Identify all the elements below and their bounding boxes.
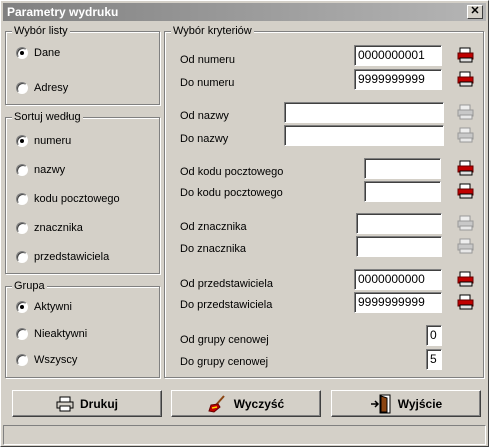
- radio-dane[interactable]: Dane: [16, 46, 60, 60]
- label-do-nazwy: Do nazwy: [180, 133, 229, 145]
- label-od-przedst: Od przedstawiciela: [180, 278, 273, 290]
- picker-icon-od-numeru[interactable]: [457, 47, 475, 63]
- group-grupa: Grupa Aktywni Nieaktywni Wszyscy: [5, 279, 160, 378]
- picker-icon-od-przedst[interactable]: [457, 271, 475, 287]
- input-do-znacznika[interactable]: [356, 236, 442, 257]
- picker-icon-od-nazwy: [457, 104, 474, 120]
- picker-icon-do-kodu[interactable]: [457, 183, 475, 199]
- input-od-przedst[interactable]: 0000000000: [354, 269, 442, 290]
- radio-dot[interactable]: [16, 82, 28, 94]
- radio-dot[interactable]: [16, 222, 28, 234]
- label-do-przedst: Do przedstawiciela: [180, 299, 273, 311]
- radio-label: Wszyscy: [34, 354, 78, 366]
- label-do-znacznika: Do znacznika: [180, 243, 247, 255]
- radio-label: znacznika: [34, 222, 83, 234]
- input-od-numeru[interactable]: 0000000001: [354, 45, 442, 66]
- label-od-znacznika: Od znacznika: [180, 221, 247, 233]
- exit-door-icon: [370, 394, 391, 413]
- radio-dot[interactable]: [16, 301, 28, 313]
- print-button[interactable]: Drukuj: [12, 390, 162, 417]
- radio-label: numeru: [34, 135, 72, 147]
- status-bar: [3, 425, 486, 445]
- radio-dot[interactable]: [16, 135, 28, 147]
- exit-button[interactable]: Wyjście: [331, 390, 481, 417]
- radio-dot[interactable]: [16, 328, 28, 340]
- label-od-kodu: Od kodu pocztowego: [180, 166, 284, 178]
- input-od-znacznika[interactable]: [356, 213, 442, 234]
- picker-icon-od-kodu[interactable]: [457, 160, 475, 176]
- window-title: Parametry wydruku: [7, 5, 119, 19]
- radio-label: Nieaktywni: [34, 328, 88, 340]
- radio-znacznika[interactable]: znacznika: [16, 221, 83, 235]
- group-wybor-listy: Wybór listy Dane Adresy: [5, 24, 160, 105]
- input-do-przedst[interactable]: 9999999999: [354, 292, 442, 313]
- radio-dot[interactable]: [16, 354, 28, 366]
- radio-label: przedstawiciela: [34, 251, 110, 263]
- radio-label: nazwy: [34, 164, 66, 176]
- radio-numeru[interactable]: numeru: [16, 134, 71, 148]
- picker-icon-do-znacznika: [457, 238, 474, 254]
- radio-dot[interactable]: [16, 193, 28, 205]
- radio-label: Dane: [34, 47, 61, 59]
- close-icon: ✕: [470, 5, 480, 17]
- group-sortuj: Sortuj według numeru nazwy kodu pocztowe…: [5, 110, 160, 274]
- radio-dot[interactable]: [16, 164, 28, 176]
- radio-wszyscy[interactable]: Wszyscy: [16, 353, 77, 367]
- radio-nazwy[interactable]: nazwy: [16, 163, 65, 177]
- input-do-nazwy[interactable]: [284, 125, 444, 146]
- radio-kodu[interactable]: kodu pocztowego: [16, 192, 120, 206]
- radio-label: Aktywni: [34, 301, 72, 313]
- input-od-kodu[interactable]: [364, 158, 441, 179]
- label-do-numeru: Do numeru: [180, 77, 235, 89]
- input-do-numeru[interactable]: 9999999999: [354, 69, 442, 90]
- radio-aktywni[interactable]: Aktywni: [16, 300, 72, 314]
- input-do-kodu[interactable]: [364, 181, 441, 202]
- radio-nieaktywni[interactable]: Nieaktywni: [16, 327, 87, 341]
- input-od-grupy[interactable]: 0: [426, 325, 442, 346]
- group-legend: Sortuj według: [12, 110, 83, 124]
- label-od-numeru: Od numeru: [180, 54, 236, 66]
- group-legend: Grupa: [12, 279, 47, 293]
- picker-icon-do-numeru[interactable]: [457, 71, 475, 87]
- radio-przedstawiciela[interactable]: przedstawiciela: [16, 250, 109, 264]
- group-legend: Wybór listy: [12, 24, 70, 38]
- label-do-grupy: Do grupy cenowej: [180, 356, 269, 368]
- print-button-label: Drukuj: [79, 396, 118, 411]
- picker-icon-do-nazwy: [457, 127, 474, 143]
- clear-button[interactable]: Wyczyść: [171, 390, 321, 417]
- input-od-nazwy[interactable]: [284, 102, 444, 123]
- picker-icon-do-przedst[interactable]: [457, 294, 475, 310]
- title-bar: Parametry wydruku ✕: [3, 3, 486, 21]
- group-legend: Wybór kryteriów: [171, 24, 254, 38]
- exit-button-label: Wyjście: [397, 396, 443, 411]
- dialog-window: Parametry wydruku ✕ Wybór listy Dane Adr…: [0, 0, 489, 447]
- input-do-grupy[interactable]: 5: [426, 349, 442, 370]
- broom-icon: [208, 394, 225, 413]
- label-od-nazwy: Od nazwy: [180, 110, 229, 122]
- radio-adresy[interactable]: Adresy: [16, 81, 68, 95]
- picker-icon-od-znacznika: [457, 215, 474, 231]
- clear-button-label: Wyczyść: [233, 396, 285, 411]
- close-button[interactable]: ✕: [467, 5, 483, 19]
- radio-label: Adresy: [34, 82, 69, 94]
- label-od-grupy: Od grupy cenowej: [180, 334, 269, 346]
- radio-label: kodu pocztowego: [34, 193, 120, 205]
- label-do-kodu: Do kodu pocztowego: [180, 187, 283, 199]
- radio-dot[interactable]: [16, 251, 28, 263]
- printer-icon: [56, 396, 74, 411]
- radio-dot[interactable]: [16, 47, 28, 59]
